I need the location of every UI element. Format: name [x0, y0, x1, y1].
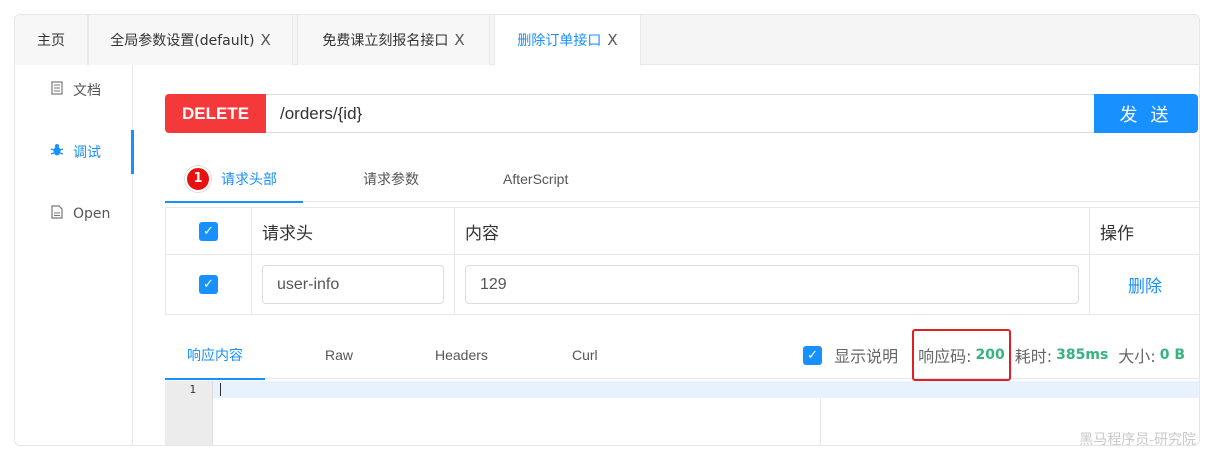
sidebar-item-label: 调试 — [73, 145, 101, 161]
file-icon — [49, 205, 65, 223]
response-tabs: 响应内容 Raw Headers Curl ✓ 显示说明 响应码: 200 耗时… — [165, 329, 1199, 381]
status-code-value: 200 — [975, 347, 1005, 363]
table-row: ✓ 删除 — [166, 255, 1199, 314]
tab-label: 免费课立刻报名接口 — [322, 33, 449, 49]
key-cell — [252, 255, 455, 314]
request-tabs: 1 请求头部 请求参数 AfterScript — [165, 155, 1199, 203]
tab-delete-order[interactable]: 删除订单接口 X — [494, 15, 641, 66]
watermark: 黑马程序员-研究院 — [1079, 432, 1196, 448]
send-button[interactable]: 发 送 — [1094, 94, 1198, 133]
value-cell — [455, 255, 1090, 314]
tab-label: 全局参数设置(default) — [110, 33, 255, 49]
column-header-value: 内容 — [455, 208, 1090, 254]
column-header-action: 操作 — [1100, 223, 1134, 244]
url-input[interactable] — [266, 94, 1095, 133]
tab-curl[interactable]: Curl — [572, 331, 598, 379]
tab-raw[interactable]: Raw — [325, 331, 353, 379]
sidebar-item-docs[interactable]: 文档 — [15, 68, 133, 112]
tab-label: Raw — [325, 347, 354, 363]
line-number: 1 — [189, 383, 196, 396]
sidebar: 文档 调试 Open — [15, 65, 134, 445]
time-label: 耗时: — [1014, 347, 1053, 366]
status-code-highlight: 响应码: 200 — [912, 329, 1011, 381]
sidebar-item-label: Open — [73, 206, 111, 222]
tab-home[interactable]: 主页 — [15, 15, 88, 65]
tab-request-headers[interactable]: 1 请求头部 — [165, 155, 303, 203]
response-meta: ✓ 显示说明 响应码: 200 耗时: 385ms 大小: 0 B — [803, 329, 1185, 381]
tab-free-course[interactable]: 免费课立刻报名接口 X — [297, 15, 490, 65]
close-icon[interactable]: X — [454, 31, 464, 49]
sidebar-item-label: 文档 — [73, 83, 101, 99]
document-icon — [49, 81, 65, 99]
tab-label: Headers — [435, 347, 488, 363]
show-description-label: 显示说明 — [834, 347, 899, 366]
tab-after-script[interactable]: AfterScript — [503, 155, 568, 202]
tab-global-params[interactable]: 全局参数设置(default) X — [88, 15, 293, 65]
select-all-checkbox[interactable]: ✓ — [199, 221, 218, 241]
tab-label: 主页 — [37, 33, 65, 49]
tab-label: 请求参数 — [363, 171, 419, 188]
row-check-cell: ✓ — [166, 255, 252, 314]
editor-divider — [820, 398, 821, 445]
status-label: 响应码: — [918, 347, 972, 366]
close-icon[interactable]: X — [260, 31, 270, 49]
header-key-input[interactable] — [262, 265, 444, 304]
tab-response-content[interactable]: 响应内容 — [165, 331, 265, 380]
select-all-cell: ✓ — [166, 208, 252, 254]
column-header-key: 请求头 — [252, 208, 455, 254]
size-label: 大小: — [1118, 347, 1156, 366]
app-window: 主页 全局参数设置(default) X 免费课立刻报名接口 X 删除订单接口 … — [14, 14, 1200, 446]
text-caret — [220, 383, 221, 396]
size-value: 0 B — [1159, 347, 1185, 363]
tab-bar: 主页 全局参数设置(default) X 免费课立刻报名接口 X 删除订单接口 … — [15, 15, 1199, 66]
response-editor[interactable]: 1 — [165, 381, 1199, 445]
header-value-input[interactable] — [465, 265, 1079, 304]
table-header-row: ✓ 请求头 内容 操作 — [166, 208, 1199, 255]
header-count-badge: 1 — [185, 165, 211, 192]
bug-icon — [49, 143, 65, 161]
show-description-checkbox[interactable]: ✓ — [803, 345, 823, 365]
active-line — [213, 381, 1199, 398]
tab-label: Curl — [572, 347, 598, 363]
tab-request-params[interactable]: 请求参数 — [363, 155, 419, 202]
headers-table: ✓ 请求头 内容 操作 ✓ 删除 — [165, 207, 1199, 315]
tab-headers[interactable]: Headers — [435, 331, 488, 379]
sidebar-item-open[interactable]: Open — [15, 192, 133, 236]
row-checkbox[interactable]: ✓ — [199, 275, 218, 294]
tab-label: 删除订单接口 — [517, 33, 602, 49]
close-icon[interactable]: X — [607, 31, 617, 49]
tab-label: 响应内容 — [187, 347, 243, 363]
method-badge[interactable]: DELETE — [165, 94, 266, 133]
line-gutter: 1 — [165, 381, 213, 445]
request-url-bar: DELETE 发 送 — [165, 94, 1198, 133]
delete-header-link[interactable]: 删除 — [1128, 272, 1162, 297]
tab-label: AfterScript — [503, 170, 569, 187]
sidebar-item-debug[interactable]: 调试 — [15, 130, 134, 174]
time-value: 385ms — [1056, 347, 1109, 363]
tab-label: 请求头部 — [221, 171, 277, 188]
action-cell: 删除 — [1090, 255, 1199, 314]
